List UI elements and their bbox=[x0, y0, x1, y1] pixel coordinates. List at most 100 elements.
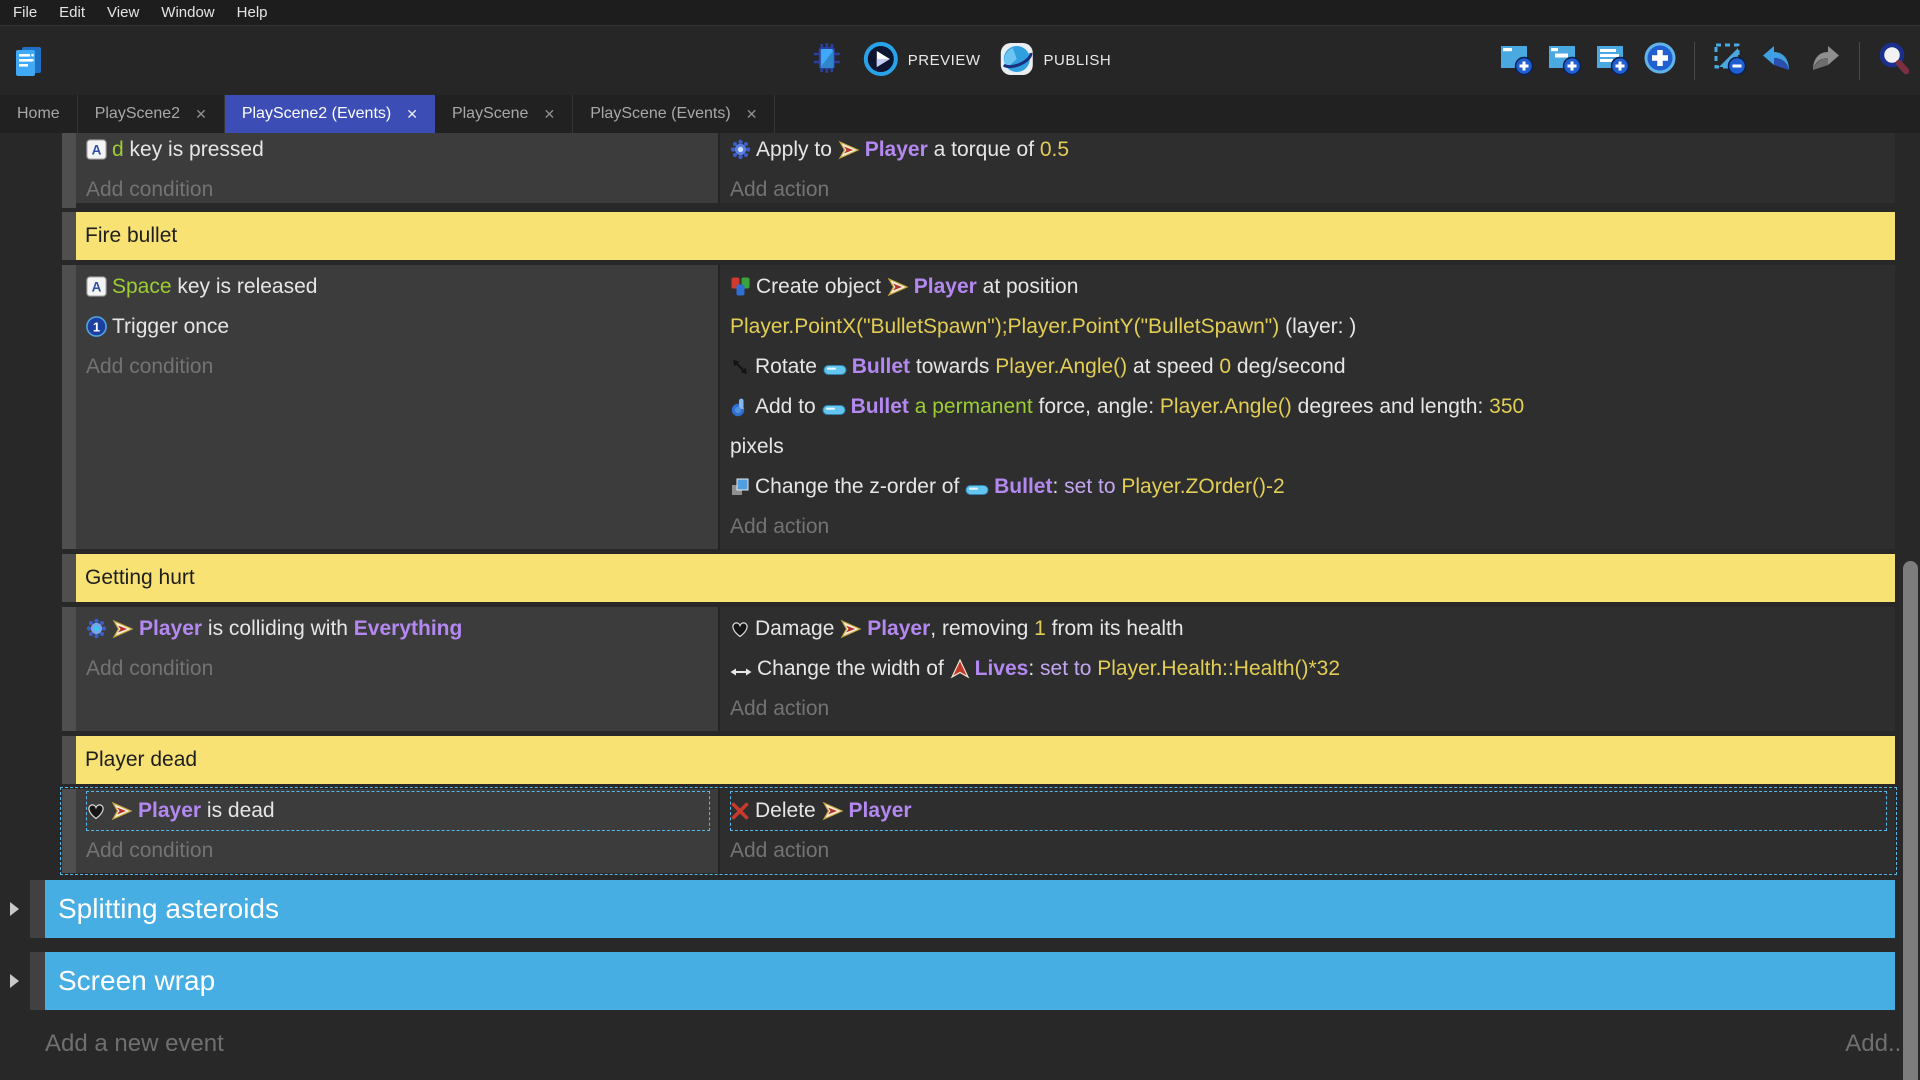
row-handle[interactable] bbox=[62, 212, 76, 260]
condition[interactable]: Ad key is pressed bbox=[86, 133, 710, 170]
row-handle[interactable] bbox=[30, 952, 45, 1010]
add-button[interactable]: Add... bbox=[1845, 1030, 1908, 1058]
add-action-button[interactable]: Add action bbox=[730, 831, 1887, 871]
comment-row[interactable]: Fire bullet bbox=[62, 212, 1895, 260]
add-event-button[interactable] bbox=[1498, 43, 1534, 79]
conditions-cell: Player is colliding with EverythingAdd c… bbox=[76, 607, 720, 731]
group-row[interactable]: Splitting asteroids bbox=[30, 880, 1895, 938]
comment-row[interactable]: Player dead bbox=[62, 736, 1895, 784]
tab-close-icon[interactable]: ✕ bbox=[746, 106, 758, 123]
menu-view[interactable]: View bbox=[96, 4, 150, 21]
physics-icon bbox=[730, 139, 751, 160]
action[interactable]: Apply to Player a torque of 0.5 bbox=[730, 133, 1887, 170]
scrollbar-thumb[interactable] bbox=[1903, 561, 1918, 1080]
menu-help[interactable]: Help bbox=[226, 4, 279, 21]
menu-edit[interactable]: Edit bbox=[48, 4, 96, 21]
project-manager-button[interactable] bbox=[10, 41, 50, 81]
add-action-button[interactable]: Add action bbox=[730, 507, 1887, 547]
conditions-cell: Ad key is pressedAdd condition bbox=[76, 133, 720, 203]
row-handle[interactable] bbox=[62, 607, 76, 731]
z-order-icon bbox=[730, 477, 750, 497]
action[interactable]: Change the z-order of Bullet: set to Pla… bbox=[730, 467, 1887, 507]
preview-button[interactable]: PREVIEW bbox=[863, 41, 981, 81]
row-handle[interactable] bbox=[62, 133, 76, 208]
text-segment: 1 bbox=[1034, 617, 1046, 640]
condition[interactable]: Player is colliding with Everything bbox=[86, 609, 710, 649]
text-segment: set to bbox=[1064, 475, 1115, 498]
text-segment: Player bbox=[849, 799, 912, 822]
search-button[interactable] bbox=[1876, 43, 1912, 79]
add-comment-button[interactable] bbox=[1594, 43, 1630, 79]
select-remove-button[interactable] bbox=[1711, 43, 1747, 79]
add-condition-button[interactable]: Add condition bbox=[86, 347, 710, 387]
debug-button[interactable] bbox=[809, 43, 845, 79]
player-icon bbox=[111, 801, 133, 821]
row-handle[interactable] bbox=[30, 880, 45, 938]
tab-playscene[interactable]: PlayScene✕ bbox=[435, 95, 573, 133]
preview-label: PREVIEW bbox=[908, 52, 981, 69]
row-handle[interactable] bbox=[62, 554, 76, 602]
add-action-button[interactable]: Add action bbox=[730, 689, 1887, 729]
text-segment: a torque of bbox=[928, 138, 1040, 161]
event-row[interactable]: Ad key is pressedAdd condition Apply to P… bbox=[62, 133, 1895, 208]
add-circle-button[interactable] bbox=[1642, 43, 1678, 79]
text-segment: towards bbox=[910, 355, 995, 378]
add-comment-icon bbox=[1594, 40, 1630, 81]
action[interactable]: Delete Player bbox=[730, 791, 1887, 831]
action[interactable]: Change the width of Lives: set to Player… bbox=[730, 649, 1887, 689]
action[interactable]: Add to Bullet a permanent force, angle: … bbox=[730, 387, 1887, 467]
add-condition-button[interactable]: Add condition bbox=[86, 649, 710, 689]
text-segment: is colliding with bbox=[202, 617, 354, 640]
add-subevent-button[interactable] bbox=[1546, 43, 1582, 79]
actions-cell: Create object Player at positionPlayer.P… bbox=[720, 265, 1895, 549]
text-segment: , removing bbox=[930, 617, 1034, 640]
toolbar: PREVIEW PUBLISH bbox=[0, 25, 1920, 95]
create-object-icon bbox=[730, 276, 751, 297]
tab-close-icon[interactable]: ✕ bbox=[195, 106, 207, 123]
action[interactable]: Damage Player, removing 1 from its healt… bbox=[730, 609, 1887, 649]
add-condition-button[interactable]: Add condition bbox=[86, 831, 710, 871]
add-condition-button[interactable]: Add condition bbox=[86, 170, 710, 208]
vertical-scrollbar[interactable] bbox=[1903, 561, 1918, 1080]
tab-playscene2[interactable]: PlayScene2✕ bbox=[78, 95, 225, 133]
row-handle[interactable] bbox=[62, 789, 76, 873]
menu-file[interactable]: File bbox=[2, 4, 48, 21]
tab-close-icon[interactable]: ✕ bbox=[406, 106, 418, 123]
event-row[interactable]: ASpace key is released1Trigger onceAdd c… bbox=[62, 265, 1895, 549]
tab-label: PlayScene2 (Events) bbox=[242, 105, 391, 123]
collapse-arrow-icon[interactable] bbox=[10, 974, 19, 988]
tab-playscene-events[interactable]: PlayScene (Events) ✕ bbox=[573, 95, 775, 133]
text-segment: at speed bbox=[1127, 355, 1219, 378]
event-row[interactable]: Player is colliding with EverythingAdd c… bbox=[62, 607, 1895, 731]
add-event-icon bbox=[1498, 40, 1534, 81]
tab-label: PlayScene (Events) bbox=[590, 105, 731, 123]
publish-button[interactable]: PUBLISH bbox=[998, 41, 1111, 81]
add-new-event-button[interactable]: Add a new event bbox=[45, 1030, 224, 1058]
tab-close-icon[interactable]: ✕ bbox=[543, 106, 555, 123]
text-segment: Delete bbox=[755, 799, 822, 822]
text-segment: Player.PointX("BulletSpawn");Player.Poin… bbox=[730, 315, 1279, 338]
collapse-arrow-icon[interactable] bbox=[10, 902, 19, 916]
comment-row[interactable]: Getting hurt bbox=[62, 554, 1895, 602]
conditions-cell: ASpace key is released1Trigger onceAdd c… bbox=[76, 265, 720, 549]
menu-window[interactable]: Window bbox=[150, 4, 225, 21]
collision-icon bbox=[86, 618, 107, 639]
event-row[interactable]: Player is deadAdd condition Delete Player… bbox=[62, 789, 1895, 873]
add-action-button[interactable]: Add action bbox=[730, 170, 1887, 208]
condition[interactable]: 1Trigger once bbox=[86, 307, 710, 347]
undo-button[interactable] bbox=[1759, 43, 1795, 79]
condition[interactable]: ASpace key is released bbox=[86, 267, 710, 307]
text-segment: Lives bbox=[975, 657, 1029, 680]
row-handle[interactable] bbox=[62, 265, 76, 549]
group-row[interactable]: Screen wrap bbox=[30, 952, 1895, 1010]
tab-home[interactable]: Home bbox=[0, 95, 78, 133]
row-handle[interactable] bbox=[62, 736, 76, 784]
action[interactable]: Create object Player at positionPlayer.P… bbox=[730, 267, 1887, 347]
undo-icon bbox=[1759, 40, 1795, 81]
redo-button[interactable] bbox=[1807, 43, 1843, 79]
text-segment: Player bbox=[138, 799, 201, 822]
text-segment: Change the width of bbox=[757, 657, 950, 680]
condition[interactable]: Player is dead bbox=[86, 791, 710, 831]
action[interactable]: Rotate Bullet towards Player.Angle() at … bbox=[730, 347, 1887, 387]
tab-playscene2-events[interactable]: PlayScene2 (Events) ✕ bbox=[225, 95, 435, 133]
